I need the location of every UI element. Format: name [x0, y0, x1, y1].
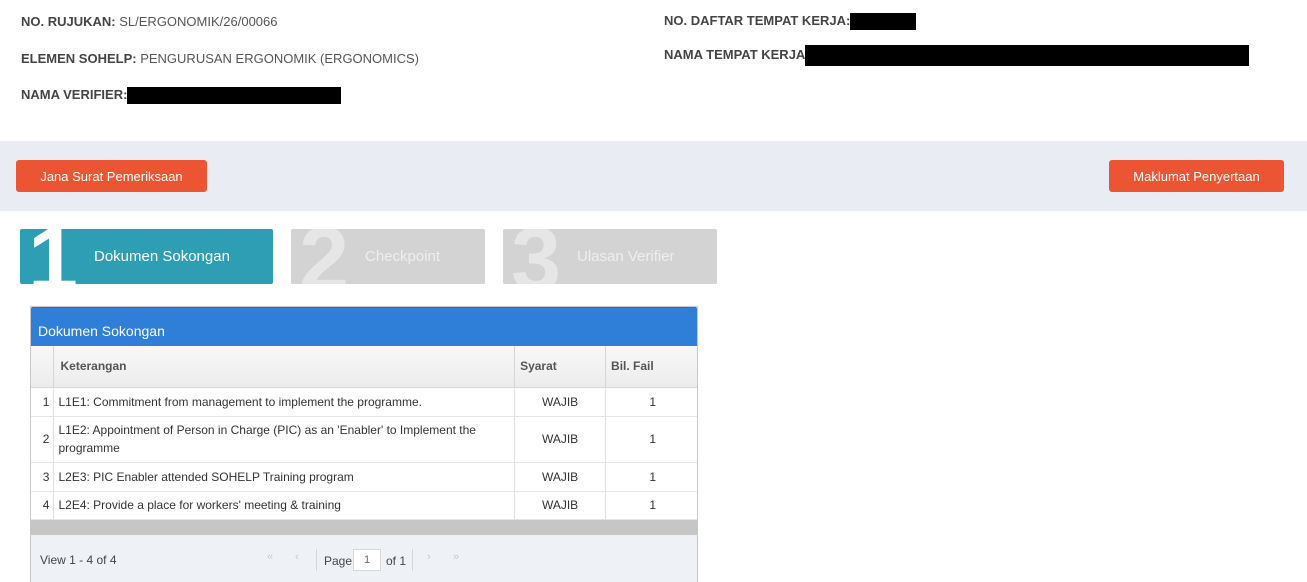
horizontal-scrollbar[interactable]	[31, 519, 697, 535]
row-number: 3	[31, 462, 55, 492]
column-header-bil-fail[interactable]: Bil. Fail	[605, 346, 697, 388]
row-keterangan: L2E3: PIC Enabler attended SOHELP Traini…	[53, 462, 516, 492]
step-label-dokumen-sokongan: Dokumen Sokongan	[94, 248, 230, 265]
maklumat-penyertaan-button[interactable]: Maklumat Penyertaan	[1109, 160, 1284, 192]
row-number: 4	[31, 491, 55, 520]
row-keterangan: L2E4: Provide a place for workers' meeti…	[53, 491, 516, 520]
row-syarat: WAJIB	[514, 491, 607, 520]
step-checkpoint[interactable]: 2 Checkpoint	[291, 229, 485, 284]
row-bil-fail[interactable]: 1	[605, 462, 697, 492]
row-syarat: WAJIB	[514, 416, 607, 463]
table-row[interactable]: 1 L1E1: Commitment from management to im…	[31, 387, 697, 417]
pager-page-input[interactable]	[353, 548, 381, 571]
no-rujukan: NO. RUJUKAN: SL/ERGONOMIK/26/00066	[21, 14, 278, 29]
double-chevron-right-icon[interactable]: »	[453, 551, 459, 563]
nama-tempat-label: NAMA TEMPAT KERJA	[664, 46, 806, 62]
dokumen-sokongan-panel: Dokumen Sokongan Keterangan Syarat Bil. …	[30, 306, 698, 582]
no-daftar-label: NO. DAFTAR TEMPAT KERJA:	[664, 13, 851, 28]
chevron-left-icon[interactable]: ‹	[295, 551, 299, 563]
double-chevron-left-icon[interactable]: «	[267, 551, 273, 563]
panel-title: Dokumen Sokongan	[31, 307, 697, 346]
row-keterangan: L1E1: Commitment from management to impl…	[53, 387, 516, 417]
row-bil-fail[interactable]: 1	[605, 416, 697, 463]
elemen-sohelp-value: PENGURUSAN ERGONOMIK (ERGONOMICS)	[140, 51, 419, 66]
step-ulasan-verifier[interactable]: 3 Ulasan Verifier	[503, 229, 717, 284]
step-label-ulasan-verifier: Ulasan Verifier	[577, 248, 675, 265]
nama-tempat-kerja: NAMA TEMPAT KERJA	[664, 45, 1250, 66]
pager-divider	[316, 548, 317, 571]
row-bil-fail[interactable]: 1	[605, 387, 697, 417]
pager-view-text: View 1 - 4 of 4	[40, 552, 117, 567]
row-number: 1	[31, 387, 55, 417]
redacted-daftar-number	[850, 13, 917, 31]
row-keterangan: L1E2: Appointment of Person in Charge (P…	[53, 416, 516, 463]
step-number-3: 3	[511, 229, 562, 284]
row-bil-fail[interactable]: 1	[605, 491, 697, 520]
pager-of-text: of 1	[386, 553, 407, 568]
nama-verifier-label: NAMA VERIFIER:	[21, 87, 128, 102]
table-row[interactable]: 3 L2E3: PIC Enabler attended SOHELP Trai…	[31, 462, 697, 492]
no-daftar-tempat-kerja: NO. DAFTAR TEMPAT KERJA:	[664, 13, 917, 31]
row-syarat: WAJIB	[514, 387, 607, 417]
column-header-no	[31, 346, 55, 388]
row-syarat: WAJIB	[514, 462, 607, 492]
redacted-workplace-name	[805, 45, 1250, 66]
column-header-keterangan[interactable]: Keterangan	[53, 346, 516, 388]
action-bar: Jana Surat Pemeriksaan Maklumat Penyerta…	[0, 141, 1307, 211]
chevron-right-icon[interactable]: ›	[427, 551, 431, 563]
no-rujukan-label: NO. RUJUKAN:	[21, 14, 116, 29]
pager: View 1 - 4 of 4 « ‹ Page of 1 › »	[31, 534, 697, 582]
step-number-1: 1	[28, 229, 79, 284]
column-header-syarat[interactable]: Syarat	[514, 346, 607, 388]
pager-divider	[412, 548, 413, 571]
jana-surat-pemeriksaan-button[interactable]: Jana Surat Pemeriksaan	[16, 160, 207, 192]
dokumen-table: Keterangan Syarat Bil. Fail 1 L1E1: Comm…	[31, 346, 697, 520]
nama-verifier: NAMA VERIFIER:	[21, 87, 342, 105]
elemen-sohelp: ELEMEN SOHELP: PENGURUSAN ERGONOMIK (ERG…	[21, 51, 419, 66]
elemen-sohelp-label: ELEMEN SOHELP:	[21, 51, 137, 66]
pager-page-label: Page	[324, 553, 353, 568]
table-row[interactable]: 4 L2E4: Provide a place for workers' mee…	[31, 491, 697, 520]
redacted-verifier-name	[127, 87, 342, 105]
table-header-row: Keterangan Syarat Bil. Fail	[31, 346, 697, 388]
step-label-checkpoint: Checkpoint	[365, 248, 441, 265]
table-row[interactable]: 2 L1E2: Appointment of Person in Charge …	[31, 416, 697, 463]
step-number-2: 2	[299, 229, 350, 284]
row-number: 2	[31, 416, 55, 463]
no-rujukan-value: SL/ERGONOMIK/26/00066	[119, 14, 278, 29]
step-dokumen-sokongan[interactable]: 1 Dokumen Sokongan	[20, 229, 273, 284]
